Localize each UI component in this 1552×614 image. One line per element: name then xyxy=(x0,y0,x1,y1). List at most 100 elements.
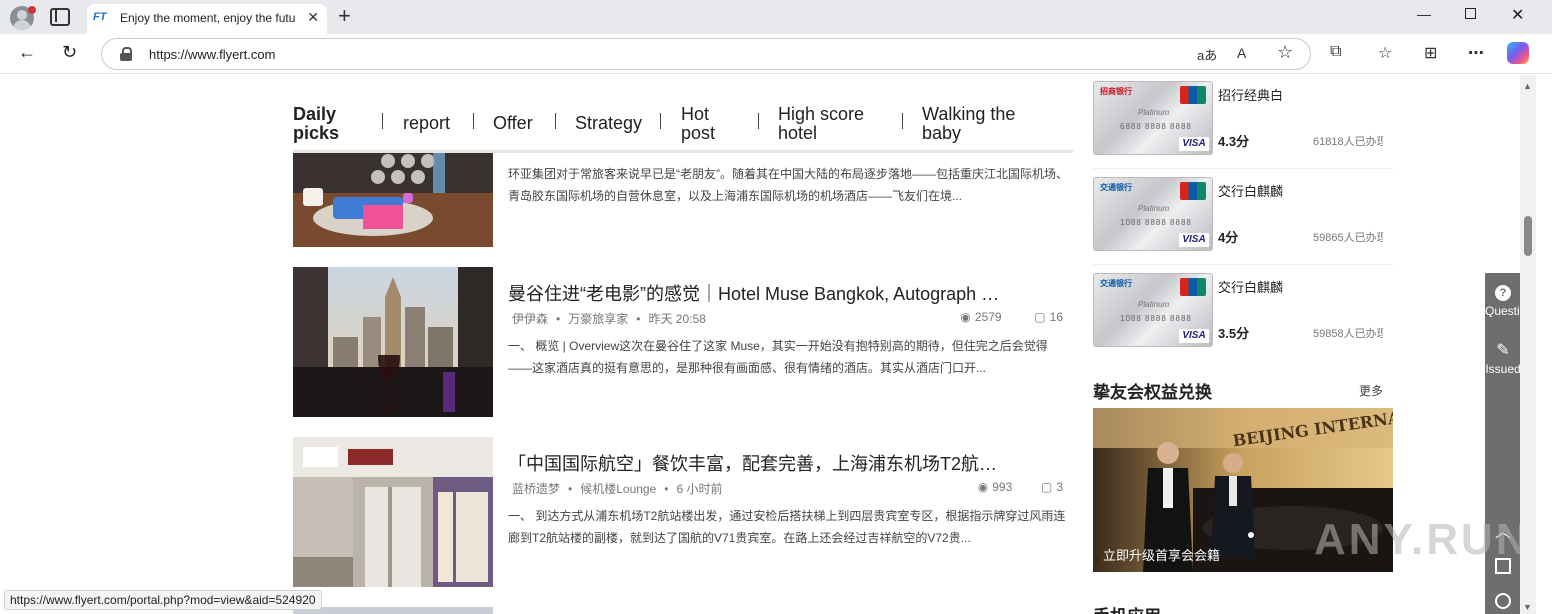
article-item[interactable]: 「中国国际航空」餐饮丰富，配套完善，上海浦东机场T2航站楼国航贵宾室 蓝桥遗梦•… xyxy=(293,437,1073,587)
card-score: 4分 xyxy=(1218,230,1239,245)
pen-icon: ✎ xyxy=(1496,342,1510,359)
browser-toolbar: ← ↻ https://www.flyert.com aあ A ☆ ⧉ ☆ ⊞ … xyxy=(0,34,1552,74)
article-stats: ◉ 2579 ▢ 16 xyxy=(960,310,1063,324)
mobile-app-section-title: 手机应用 xyxy=(1093,602,1161,614)
article-excerpt: 一、 概览 | Overview这次在曼谷住了这家 Muse，其实一开始没有抱特… xyxy=(508,339,1048,375)
minimize-icon[interactable]: — xyxy=(1417,6,1431,22)
credit-card-image[interactable]: 交通银行 Platinum 1088 8888 8888 VISA xyxy=(1093,177,1213,251)
exchange-more-link[interactable]: 更多 xyxy=(1359,382,1383,399)
collections-icon[interactable]: ⊞ xyxy=(1424,43,1437,63)
question-icon: ? xyxy=(1495,285,1511,301)
site-favicon-icon: FT xyxy=(93,11,107,23)
card-name[interactable]: 招行经典白 xyxy=(1218,85,1283,104)
new-tab-icon[interactable]: + xyxy=(338,3,351,29)
card-bank-name: 招商银行 xyxy=(1100,87,1132,96)
lock-icon[interactable] xyxy=(120,47,132,61)
card-score: 4.3分 xyxy=(1218,134,1250,149)
tab-close-icon[interactable]: ✕ xyxy=(307,9,319,26)
question-button[interactable]: ? Question xyxy=(1485,285,1520,317)
tab-title: Enjoy the moment, enjoy the future xyxy=(120,11,295,25)
translate-icon[interactable]: aあ xyxy=(1197,45,1217,64)
address-url[interactable]: https://www.flyert.com xyxy=(149,47,275,62)
article-category[interactable]: 候机楼Lounge xyxy=(580,482,656,496)
article-meta: 伊伊森 • 万豪旅享家 • 昨天 20:58 xyxy=(512,312,706,326)
article-title[interactable]: 「中国国际航空」餐饮丰富，配套完善，上海浦东机场T2航站楼国航贵宾室 xyxy=(508,450,1008,476)
article-thumbnail[interactable] xyxy=(293,267,493,417)
nav-offer[interactable]: Offer xyxy=(493,114,533,133)
web-page: Daily picks report Offer Strategy Hot po… xyxy=(4,75,1520,614)
scroll-down-icon[interactable]: ▼ xyxy=(1523,602,1532,612)
unionpay-logo-icon xyxy=(1180,86,1206,104)
article-thumbnail[interactable] xyxy=(293,437,493,587)
unionpay-logo-icon xyxy=(1180,278,1206,296)
page-scrollbar[interactable]: ▲ ▼ xyxy=(1520,75,1536,614)
favorite-star-icon[interactable]: ☆ xyxy=(1277,42,1293,63)
card-applied-count: 59858人已办理 xyxy=(1313,328,1383,340)
article-item[interactable]: 环亚集团对于常旅客来说早已是“老朋友”。随着其在中国大陆的布局逐步落地——包括重… xyxy=(293,153,1073,247)
issued-label: Issued xyxy=(1485,362,1520,376)
visa-logo-icon: VISA xyxy=(1179,233,1209,247)
exchange-section-title: 挚友会权益兑换 xyxy=(1093,383,1212,402)
credit-card-item[interactable]: 交通银行 Platinum 1088 8888 8888 VISA 交行白麒麟 … xyxy=(1093,273,1393,361)
credit-card-item[interactable]: 交通银行 Platinum 1088 8888 8888 VISA 交行白麒麟 … xyxy=(1093,177,1393,265)
article-title[interactable]: 曼谷住进“老电影”的感觉｜Hotel Muse Bangkok, Autogra… xyxy=(508,280,1008,306)
refresh-icon[interactable]: ↻ xyxy=(62,42,77,63)
article-author[interactable]: 蓝桥遗梦 xyxy=(512,482,560,496)
address-bar[interactable]: https://www.flyert.com aあ A ☆ xyxy=(101,38,1311,70)
card-number: 1088 8888 8888 xyxy=(1120,314,1192,323)
tab-strip: FT Enjoy the moment, enjoy the future ✕ … xyxy=(0,0,1552,34)
unionpay-logo-icon xyxy=(1180,182,1206,200)
scroll-up-icon[interactable]: ▲ xyxy=(1523,81,1532,91)
nav-strategy[interactable]: Strategy xyxy=(575,114,642,133)
card-tier: Platinum xyxy=(1138,204,1170,213)
article-stats: ◉ 993 ▢ 3 xyxy=(978,480,1063,494)
restore-icon[interactable] xyxy=(1465,8,1476,19)
credit-card-item[interactable]: 招商银行 Platinum 6888 8888 8888 VISA 招行经典白 … xyxy=(1093,81,1393,169)
carousel-dot[interactable] xyxy=(1248,532,1254,538)
article-category[interactable]: 万豪旅享家 xyxy=(568,312,628,326)
article-author[interactable]: 伊伊森 xyxy=(512,312,548,326)
comments-count: 3 xyxy=(1056,480,1063,494)
article-item[interactable]: 曼谷住进“老电影”的感觉｜Hotel Muse Bangkok, Autogra… xyxy=(293,267,1073,417)
favorites-icon[interactable]: ☆ xyxy=(1378,43,1392,63)
more-options-icon[interactable]: ⋯ xyxy=(1468,43,1484,63)
credit-card-image[interactable]: 交通银行 Platinum 1088 8888 8888 VISA xyxy=(1093,273,1213,347)
banner-caption[interactable]: 立即升级首享会会籍 xyxy=(1103,545,1220,564)
article-thumbnail[interactable] xyxy=(293,153,493,247)
article-time: 昨天 20:58 xyxy=(648,312,706,326)
issued-button[interactable]: ✎ Issued xyxy=(1485,342,1520,376)
card-number: 6888 8888 8888 xyxy=(1120,122,1192,131)
views-count: 993 xyxy=(992,480,1013,494)
settings-icon[interactable] xyxy=(1495,593,1511,609)
card-name[interactable]: 交行白麒麟 xyxy=(1218,181,1283,200)
card-number: 1088 8888 8888 xyxy=(1120,218,1192,227)
credit-card-image[interactable]: 招商银行 Platinum 6888 8888 8888 VISA xyxy=(1093,81,1213,155)
read-aloud-icon[interactable]: A xyxy=(1237,45,1246,61)
question-label: Question xyxy=(1485,305,1520,317)
nav-daily-picks[interactable]: Daily picks xyxy=(293,105,353,143)
window-close-icon[interactable]: ✕ xyxy=(1511,5,1524,25)
nav-separator xyxy=(660,113,661,129)
article-thumbnail[interactable] xyxy=(293,607,493,614)
scrollbar-thumb[interactable] xyxy=(1524,216,1532,256)
article-meta: 蓝桥遗梦 • 候机楼Lounge • 6 小时前 xyxy=(512,482,723,496)
card-score: 3.5分 xyxy=(1218,326,1250,341)
back-icon[interactable]: ← xyxy=(18,42,36,63)
nav-separator xyxy=(382,113,383,129)
active-tab[interactable]: FT Enjoy the moment, enjoy the future ✕ xyxy=(87,4,327,34)
article-excerpt: 环亚集团对于常旅客来说早已是“老朋友”。随着其在中国大陆的布局逐步落地——包括重… xyxy=(508,167,1068,203)
tab-actions-icon[interactable] xyxy=(50,8,70,26)
nav-high-score-hotel[interactable]: High score hotel xyxy=(778,105,878,143)
article-time: 6 小时前 xyxy=(676,482,723,496)
nav-report[interactable]: report xyxy=(403,114,450,133)
copilot-icon[interactable] xyxy=(1507,42,1529,64)
views-icon: ◉ xyxy=(977,480,989,494)
article-excerpt: 一、 到达方式从浦东机场T2航站楼出发，通过安检后搭扶梯上到四层贵宾室专区，根据… xyxy=(508,509,1066,545)
card-name[interactable]: 交行白麒麟 xyxy=(1218,277,1283,296)
article-item[interactable] xyxy=(293,607,1073,614)
nav-walking-the-baby[interactable]: Walking the baby xyxy=(922,105,1027,143)
nav-hot-post[interactable]: Hot post xyxy=(681,105,726,143)
extensions-icon[interactable]: ⧉ xyxy=(1330,43,1341,61)
nav-separator xyxy=(555,113,556,129)
card-tier: Platinum xyxy=(1138,300,1170,309)
